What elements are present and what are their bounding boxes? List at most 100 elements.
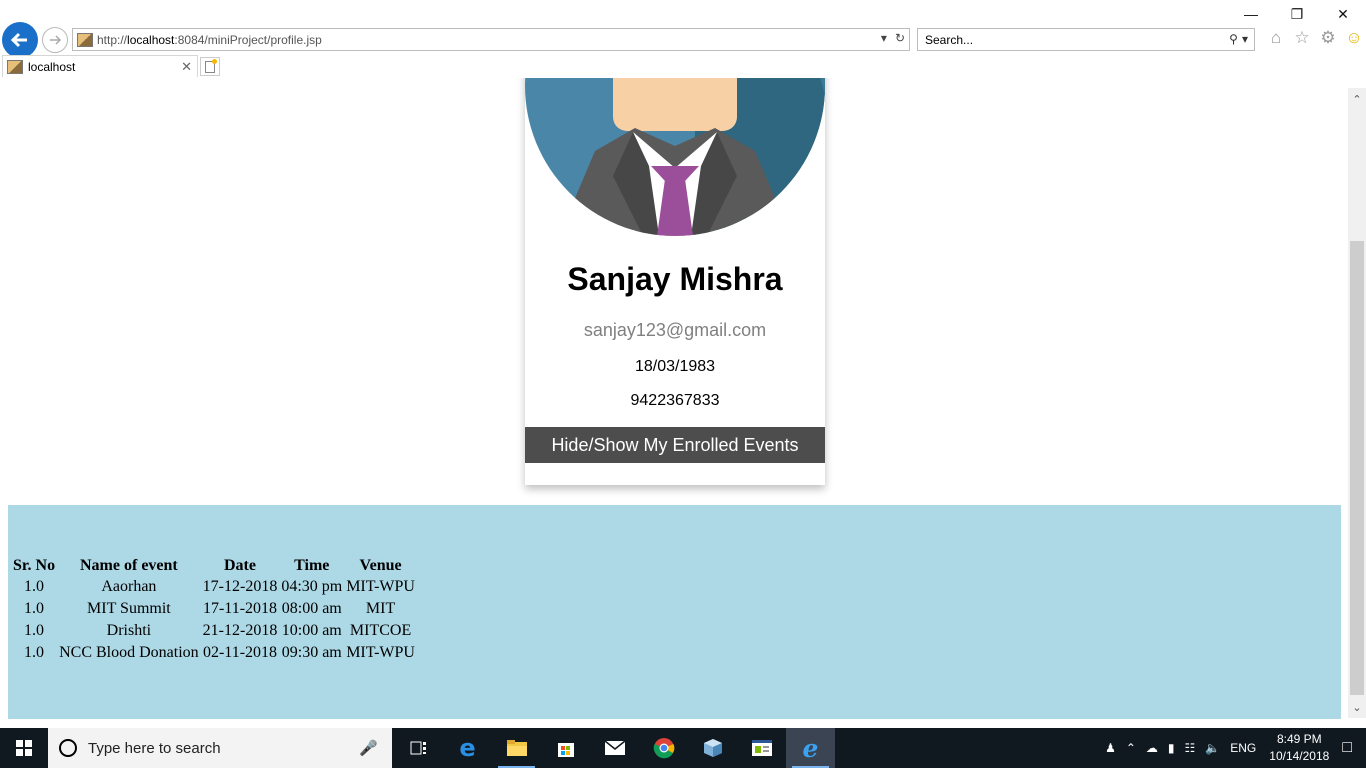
- feedback-smiley-icon[interactable]: ☺: [1344, 28, 1364, 48]
- new-tab-icon: [205, 58, 217, 73]
- forward-button[interactable]: [42, 27, 68, 53]
- cell-sr-no: 1.0: [24, 600, 45, 617]
- task-view-button[interactable]: [394, 728, 443, 768]
- table-row: 1.0 NCC Blood Donation 02-11-2018 09:30 …: [12, 643, 416, 663]
- scrollbar-thumb[interactable]: [1350, 241, 1364, 695]
- registry-app-button[interactable]: [737, 728, 786, 768]
- browser-search-box[interactable]: Search... ⚲ ▾: [917, 28, 1255, 51]
- cell-sr-no: 1.0: [24, 644, 45, 661]
- windows-taskbar: Type here to search 🎤 e e ♟ ⌃ ☁ ▮ ☷ 🔈 EN…: [0, 728, 1366, 768]
- mail-icon: [604, 740, 625, 755]
- restore-icon[interactable]: ❐: [1274, 0, 1320, 28]
- browser-tab[interactable]: localhost ✕: [2, 55, 198, 77]
- system-tray: ♟ ⌃ ☁ ▮ ☷ 🔈 ENG 8:49 PM 10/14/2018 □: [1100, 728, 1366, 768]
- notifications-icon[interactable]: □: [1342, 739, 1352, 757]
- taskbar-search[interactable]: Type here to search 🎤: [48, 728, 392, 768]
- start-button[interactable]: [0, 728, 48, 768]
- close-window-icon[interactable]: ✕: [1320, 0, 1366, 28]
- onedrive-cloud-icon[interactable]: ☁: [1146, 741, 1158, 755]
- profile-phone: 9422367833: [630, 392, 720, 409]
- edge-app-button[interactable]: e: [443, 728, 492, 768]
- tab-favicon-icon: [7, 59, 23, 74]
- home-icon[interactable]: ⌂: [1266, 28, 1286, 48]
- favorites-star-icon[interactable]: ☆: [1292, 28, 1312, 48]
- close-tab-icon[interactable]: ✕: [181, 59, 192, 75]
- cell-venue: MIT: [365, 600, 396, 617]
- arrow-right-icon: [50, 35, 62, 45]
- window-app-icon: [751, 740, 772, 756]
- profile-email: sanjay123@gmail.com: [583, 320, 767, 340]
- cortana-icon: [59, 739, 77, 757]
- cube-icon: [703, 739, 722, 757]
- virtualbox-app-button[interactable]: [688, 728, 737, 768]
- clock-date: 10/14/2018: [1269, 749, 1330, 763]
- wifi-icon[interactable]: ☷: [1185, 741, 1196, 755]
- search-icon[interactable]: ⚲: [1229, 32, 1238, 46]
- cell-date: 17-11-2018: [202, 600, 278, 617]
- language-indicator[interactable]: ENG: [1230, 741, 1256, 755]
- new-tab-button[interactable]: [200, 57, 220, 76]
- chrome-icon: [653, 738, 674, 759]
- store-bag-icon: [557, 743, 574, 757]
- site-favicon-icon: [77, 32, 93, 47]
- url-prefix: http://: [97, 32, 128, 47]
- cell-venue: MIT-WPU: [346, 578, 415, 595]
- toggle-events-button[interactable]: Hide/Show My Enrolled Events: [525, 427, 825, 463]
- file-explorer-button[interactable]: [492, 728, 541, 768]
- profile-name: Sanjay Mishra: [567, 261, 783, 297]
- search-dropdown-icon[interactable]: ▾: [1242, 32, 1248, 46]
- address-bar[interactable]: http://localhost:8084/miniProject/profil…: [72, 28, 910, 51]
- cell-date: 02-11-2018: [202, 644, 278, 661]
- toolbar-icons: ⌂ ☆ ⚙ ☺: [1266, 28, 1364, 48]
- refresh-icon[interactable]: ↻: [895, 31, 905, 45]
- ie-app-button[interactable]: e: [786, 728, 835, 768]
- store-app-button[interactable]: [541, 728, 590, 768]
- search-placeholder: Search...: [925, 32, 974, 47]
- window-controls: — ❐ ✕: [1228, 0, 1366, 28]
- col-header-sr-no: Sr. No: [13, 557, 56, 574]
- address-dropdown-icon[interactable]: ▾: [881, 31, 887, 45]
- url-path: :8084/miniProject/profile.jsp: [174, 32, 322, 47]
- minimize-icon[interactable]: —: [1228, 0, 1274, 28]
- cell-time: 09:30 am: [281, 644, 342, 661]
- events-table: Sr. No Name of event Date Time Venue 1.0…: [10, 555, 418, 665]
- cell-sr-no: 1.0: [24, 622, 45, 639]
- battery-icon[interactable]: ▮: [1168, 741, 1175, 755]
- page-viewport: Sanjay Mishra sanjay123@gmail.com 18/03/…: [0, 78, 1348, 728]
- table-row: 1.0 Aaorhan 17-12-2018 04:30 pm MIT-WPU: [12, 577, 416, 597]
- table-row: 1.0 Drishti 21-12-2018 10:00 am MITCOE: [12, 621, 416, 641]
- task-view-icon: [410, 741, 426, 755]
- taskbar-clock[interactable]: 8:49 PM 10/14/2018: [1269, 731, 1329, 765]
- cell-venue: MITCOE: [349, 622, 412, 639]
- col-header-date: Date: [223, 557, 256, 574]
- taskbar-search-placeholder: Type here to search: [88, 739, 221, 757]
- back-button[interactable]: [2, 22, 38, 58]
- cell-event-name: NCC Blood Donation: [59, 644, 199, 661]
- taskbar-apps: e e: [394, 728, 835, 768]
- col-header-venue: Venue: [359, 557, 402, 574]
- cell-date: 17-12-2018: [202, 578, 278, 595]
- table-header-row: Sr. No Name of event Date Time Venue: [12, 557, 416, 575]
- col-header-event-name: Name of event: [80, 557, 178, 574]
- browser-chrome: — ❐ ✕ http://localhost:8084/miniProject/…: [0, 0, 1366, 78]
- microphone-icon[interactable]: 🎤: [359, 739, 378, 757]
- settings-gear-icon[interactable]: ⚙: [1318, 28, 1338, 48]
- scroll-up-icon[interactable]: ⌃: [1348, 90, 1366, 108]
- profile-card: Sanjay Mishra sanjay123@gmail.com 18/03/…: [525, 78, 825, 485]
- tab-title: localhost: [28, 59, 76, 74]
- chrome-app-button[interactable]: [639, 728, 688, 768]
- cell-event-name: Drishti: [106, 622, 152, 639]
- url-host: localhost: [127, 32, 175, 47]
- cell-time: 08:00 am: [281, 600, 342, 617]
- clock-time: 8:49 PM: [1276, 732, 1322, 746]
- volume-icon[interactable]: 🔈: [1205, 741, 1220, 755]
- people-icon[interactable]: ♟: [1105, 741, 1116, 755]
- cell-time: 10:00 am: [281, 622, 342, 639]
- edge-icon: e: [459, 734, 476, 762]
- mail-app-button[interactable]: [590, 728, 639, 768]
- internet-explorer-icon: e: [802, 733, 819, 763]
- scroll-down-icon[interactable]: ⌄: [1348, 698, 1366, 716]
- table-row: 1.0 MIT Summit 17-11-2018 08:00 am MIT: [12, 599, 416, 619]
- page-scrollbar[interactable]: ⌃ ⌄: [1348, 88, 1366, 718]
- show-hidden-icons-icon[interactable]: ⌃: [1126, 741, 1136, 755]
